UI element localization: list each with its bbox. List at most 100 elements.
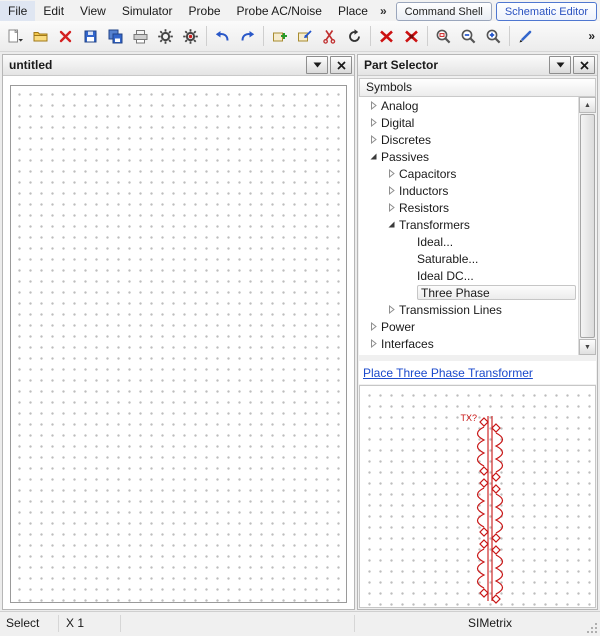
options-button[interactable] <box>153 24 178 49</box>
tree-item-ideal-dc[interactable]: Ideal DC... <box>359 267 596 284</box>
resize-grip[interactable] <box>586 622 598 634</box>
tree-item-transformers[interactable]: Transformers <box>359 216 596 233</box>
part-selector-title: Part Selector <box>364 58 547 72</box>
open-schematic-button[interactable] <box>28 24 53 49</box>
schematic-title: untitled <box>9 58 304 72</box>
tree-item-digital[interactable]: Digital <box>359 114 596 131</box>
collapse-arrow-icon[interactable] <box>385 220 397 229</box>
copy-button[interactable] <box>267 24 292 49</box>
menu-probe-ac-noise[interactable]: Probe AC/Noise <box>229 1 330 21</box>
tree-item-saturable[interactable]: Saturable... <box>359 250 596 267</box>
tree-item-three-phase[interactable]: Three Phase <box>359 284 596 301</box>
tree-item-power[interactable]: Power <box>359 318 596 335</box>
collapse-arrow-icon[interactable] <box>367 152 379 161</box>
schematic-pane: untitled <box>2 54 355 610</box>
scrollbar-thumb[interactable] <box>580 114 595 338</box>
scroll-down-button[interactable]: ▼ <box>579 339 596 355</box>
expand-arrow-icon[interactable] <box>385 169 397 178</box>
save-button[interactable] <box>78 24 103 49</box>
open-folder-icon <box>32 28 49 45</box>
toolbar-overflow-chevron[interactable]: » <box>588 29 595 43</box>
expand-arrow-icon[interactable] <box>385 305 397 314</box>
redo-button[interactable] <box>235 24 260 49</box>
tree-item-analog[interactable]: Analog <box>359 97 596 114</box>
zoom-in-button[interactable] <box>481 24 506 49</box>
tree-item-discretes[interactable]: Discretes <box>359 131 596 148</box>
place-part-link[interactable]: Place Three Phase Transformer <box>363 366 533 380</box>
menu-edit[interactable]: Edit <box>35 1 72 21</box>
menu-probe[interactable]: Probe <box>181 1 229 21</box>
expand-arrow-icon[interactable] <box>367 135 379 144</box>
expand-arrow-icon[interactable] <box>367 322 379 331</box>
cut-button[interactable] <box>317 24 342 49</box>
menu-view[interactable]: View <box>72 1 114 21</box>
toolbar-separator <box>370 26 371 46</box>
expand-arrow-icon[interactable] <box>385 203 397 212</box>
pane-close-button[interactable] <box>573 56 595 74</box>
zoom-in-icon <box>485 28 502 45</box>
zoom-out-button[interactable] <box>456 24 481 49</box>
save-all-button[interactable] <box>103 24 128 49</box>
print-button[interactable] <box>128 24 153 49</box>
symbols-tree: Analog Digital Discretes Passives Capaci… <box>359 97 596 355</box>
status-separator <box>120 615 121 632</box>
zoom-box-button[interactable] <box>431 24 456 49</box>
paste-box-icon <box>296 28 313 45</box>
pane-menu-button[interactable] <box>306 56 328 74</box>
schematic-titlebar: untitled <box>3 55 354 76</box>
expand-arrow-icon[interactable] <box>367 339 379 348</box>
application-window: File Edit View Simulator Probe Probe AC/… <box>0 0 600 636</box>
expand-arrow-icon[interactable] <box>367 118 379 127</box>
toolbar-separator <box>509 26 510 46</box>
tree-item-capacitors[interactable]: Capacitors <box>359 165 596 182</box>
pane-menu-button[interactable] <box>549 56 571 74</box>
wire-button[interactable] <box>374 24 399 49</box>
schematic-canvas[interactable] <box>10 85 347 603</box>
tree-item-resistors[interactable]: Resistors <box>359 199 596 216</box>
menu-simulator[interactable]: Simulator <box>114 1 181 21</box>
status-scale: X 1 <box>66 616 84 630</box>
tree-item-passives[interactable]: Passives <box>359 148 596 165</box>
rotate-button[interactable] <box>342 24 367 49</box>
selected-item-highlight: Three Phase <box>417 285 576 300</box>
transformer-ref-label: TX? <box>460 413 477 423</box>
save-all-icon <box>107 28 124 45</box>
new-schematic-icon <box>7 28 24 45</box>
status-mode: Select <box>6 616 39 630</box>
print-icon <box>132 28 149 45</box>
tree-scrollbar[interactable]: ▲ ▼ <box>578 97 596 355</box>
tree-item-transmission-lines[interactable]: Transmission Lines <box>359 301 596 318</box>
wire-junction-button[interactable] <box>399 24 424 49</box>
tree-item-ideal[interactable]: Ideal... <box>359 233 596 250</box>
close-icon <box>57 28 74 45</box>
menu-file[interactable]: File <box>0 1 35 21</box>
chevron-down-icon <box>313 62 322 68</box>
toolbar: » <box>0 21 600 52</box>
pane-close-button[interactable] <box>330 56 352 74</box>
annotate-button[interactable] <box>513 24 538 49</box>
undo-icon <box>214 28 231 45</box>
menu-overflow-chevron[interactable]: » <box>376 4 391 18</box>
cut-scissors-icon <box>321 28 338 45</box>
undo-button[interactable] <box>210 24 235 49</box>
expand-arrow-icon[interactable] <box>385 186 397 195</box>
tree-item-inductors[interactable]: Inductors <box>359 182 596 199</box>
symbols-column-header[interactable]: Symbols <box>359 78 596 97</box>
simulator-options-button[interactable] <box>178 24 203 49</box>
copy-box-icon <box>271 28 288 45</box>
new-schematic-button[interactable] <box>3 24 28 49</box>
tree-item-interfaces[interactable]: Interfaces <box>359 335 596 352</box>
status-app-name: SIMetrix <box>468 616 512 630</box>
expand-arrow-icon[interactable] <box>367 101 379 110</box>
status-separator <box>354 615 355 632</box>
paste-button[interactable] <box>292 24 317 49</box>
pen-icon <box>517 28 534 45</box>
scroll-up-button[interactable]: ▲ <box>579 97 596 113</box>
chevron-down-icon <box>556 62 565 68</box>
menu-place[interactable]: Place <box>330 1 376 21</box>
schematic-editor-button[interactable]: Schematic Editor <box>496 2 597 21</box>
command-shell-button[interactable]: Command Shell <box>396 2 492 21</box>
close-schematic-button[interactable] <box>53 24 78 49</box>
three-phase-transformer-symbol: TX? <box>432 410 552 608</box>
wire-junction-icon <box>403 28 420 45</box>
